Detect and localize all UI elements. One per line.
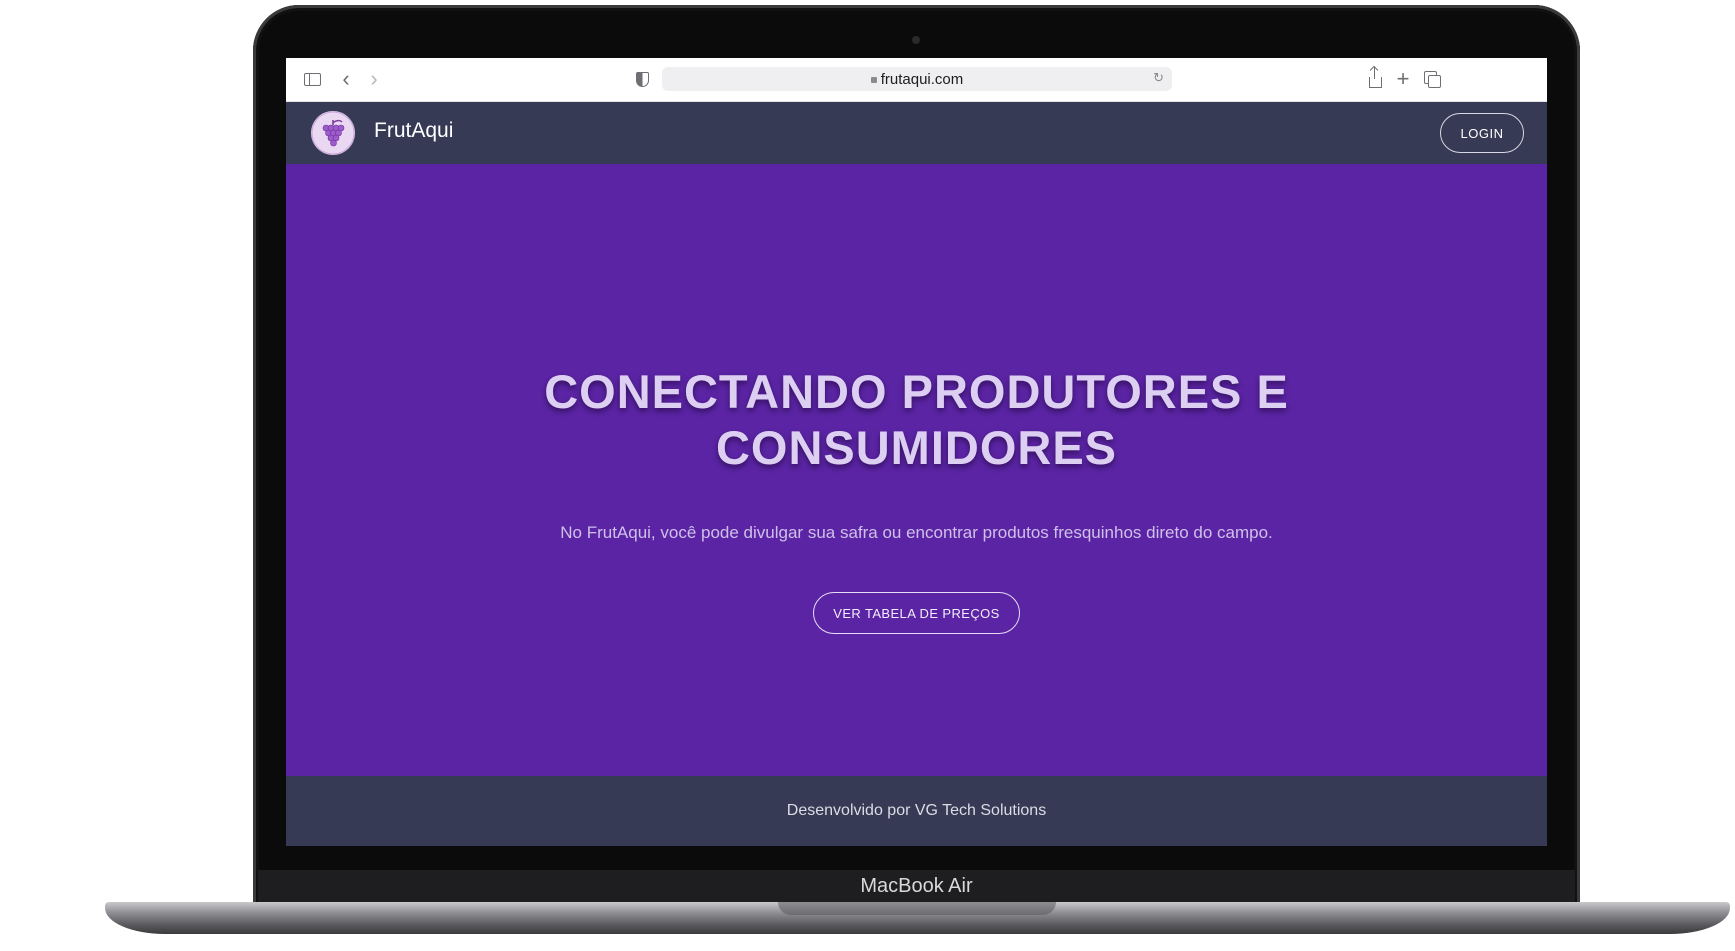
- grapes-icon[interactable]: [311, 111, 355, 155]
- laptop-screen: ‹ › frutaqui.com ↻ + FrutAqui LOGIN CONE…: [286, 58, 1547, 846]
- hero-title-line2: CONSUMIDORES: [715, 421, 1118, 474]
- brand-name[interactable]: FrutAqui: [374, 119, 453, 143]
- forward-icon[interactable]: ›: [366, 66, 382, 91]
- back-icon[interactable]: ‹: [338, 66, 354, 91]
- hero-section: CONECTANDO PRODUTORES E CONSUMIDORES No …: [286, 164, 1547, 776]
- site-footer: Desenvolvido por VG Tech Solutions: [286, 776, 1547, 846]
- camera-dot: [912, 36, 920, 44]
- address-bar[interactable]: frutaqui.com ↻: [662, 67, 1172, 91]
- plus-icon[interactable]: +: [1394, 66, 1412, 91]
- hero-title-line1: CONECTANDO PRODUTORES E: [544, 365, 1289, 418]
- tabs-icon[interactable]: [1422, 69, 1442, 89]
- browser-toolbar: ‹ › frutaqui.com ↻ +: [286, 58, 1547, 102]
- lock-icon: [870, 77, 877, 83]
- login-button[interactable]: LOGIN: [1440, 113, 1524, 153]
- laptop-chin: MacBook Air: [258, 870, 1575, 905]
- sidebar-icon[interactable]: [302, 69, 322, 89]
- hero-title: CONECTANDO PRODUTORES E CONSUMIDORES: [286, 364, 1547, 476]
- footer-text: Desenvolvido por VG Tech Solutions: [786, 802, 1047, 819]
- hero-subtitle: No FrutAqui, você pode divulgar sua safr…: [560, 523, 1273, 542]
- price-table-button[interactable]: VER TABELA DE PREÇOS: [813, 592, 1020, 634]
- site-navbar: FrutAqui LOGIN: [286, 102, 1547, 164]
- url-text: frutaqui.com: [880, 70, 964, 88]
- shield-icon[interactable]: [634, 69, 650, 89]
- reload-icon[interactable]: ↻: [1153, 70, 1164, 86]
- share-icon[interactable]: [1366, 66, 1384, 89]
- device-label: MacBook Air: [860, 875, 973, 897]
- laptop-notch: [778, 902, 1056, 915]
